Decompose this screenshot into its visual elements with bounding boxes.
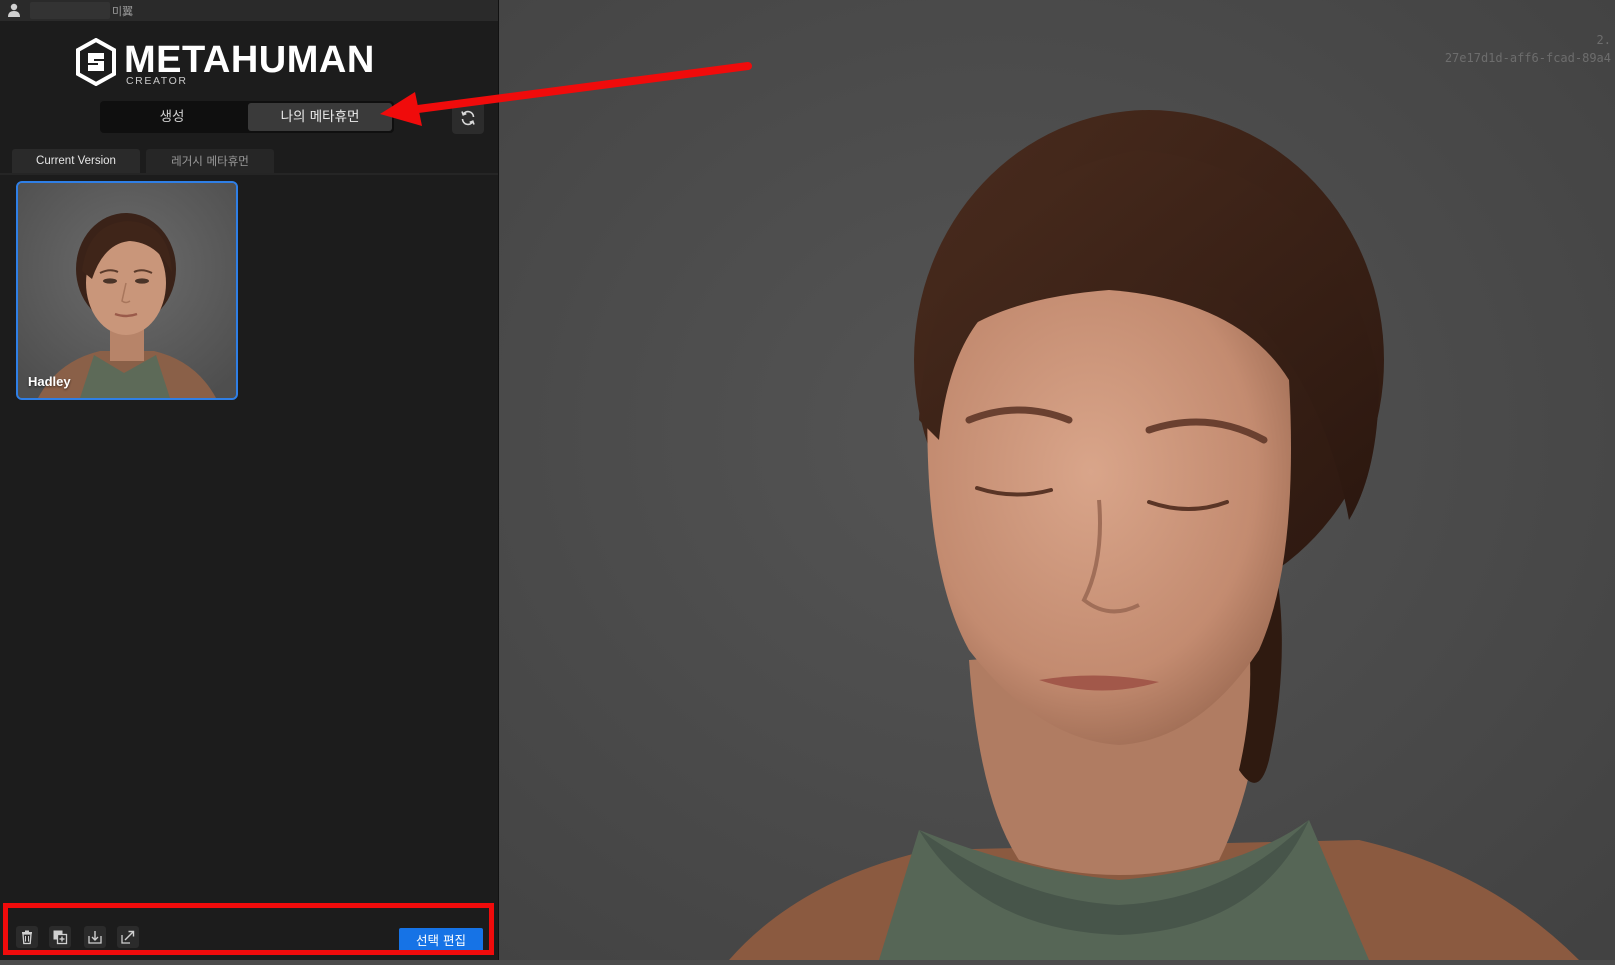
title-bar: 미翼 bbox=[0, 0, 498, 21]
version-line-1: 2. bbox=[1596, 33, 1611, 47]
duplicate-icon bbox=[53, 930, 68, 945]
export-button[interactable] bbox=[117, 926, 139, 948]
logo-title: METAHUMAN bbox=[124, 39, 375, 81]
title-text: 미翼 bbox=[112, 5, 134, 18]
refresh-icon bbox=[461, 110, 475, 126]
tab-current-version[interactable]: Current Version bbox=[12, 149, 140, 173]
sub-tab-divider bbox=[0, 173, 498, 175]
build-version-text: 2. 27e17d1d-aff6-fcad-89a4 bbox=[1445, 31, 1611, 67]
tab-my-metahumans[interactable]: 나의 메타휴먼 bbox=[248, 103, 392, 131]
metahuman-logo-icon bbox=[76, 38, 116, 86]
tab-legacy-metahumans[interactable]: 레거시 메타휴먼 bbox=[146, 149, 274, 173]
user-icon[interactable] bbox=[6, 2, 22, 18]
metahuman-card[interactable]: Hadley bbox=[16, 181, 238, 400]
duplicate-button[interactable] bbox=[49, 926, 71, 948]
card-name-label: Hadley bbox=[28, 374, 71, 389]
title-field bbox=[30, 2, 110, 19]
delete-button[interactable] bbox=[16, 926, 38, 948]
character-viewport[interactable]: 2. 27e17d1d-aff6-fcad-89a4 bbox=[499, 0, 1615, 960]
download-icon bbox=[88, 931, 102, 944]
character-render bbox=[499, 0, 1615, 960]
logo-subtitle: CREATOR bbox=[126, 75, 188, 87]
metahuman-thumbnail bbox=[18, 183, 236, 398]
main-tab-bar: 생성 나의 메타휴먼 bbox=[100, 101, 394, 133]
trash-icon bbox=[22, 930, 32, 945]
tab-create[interactable]: 생성 bbox=[102, 103, 242, 131]
metahuman-logo: METAHUMAN CREATOR bbox=[74, 38, 434, 88]
refresh-button[interactable] bbox=[452, 102, 484, 134]
left-panel: 미翼 METAHUMAN CREATOR 생성 나의 메타휴먼 Current … bbox=[0, 0, 499, 960]
export-icon bbox=[121, 930, 135, 944]
download-button[interactable] bbox=[84, 926, 106, 948]
edit-selected-button[interactable]: 선택 편집 bbox=[399, 928, 483, 953]
version-line-2: 27e17d1d-aff6-fcad-89a4 bbox=[1444, 51, 1611, 65]
